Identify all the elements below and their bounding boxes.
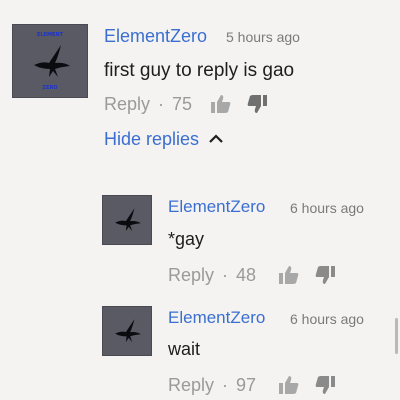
avatar[interactable] <box>102 195 152 245</box>
reply-button[interactable]: Reply <box>168 265 214 286</box>
thumbs-down-icon[interactable] <box>314 375 336 395</box>
reply-author[interactable]: ElementZero <box>168 308 265 328</box>
bird-logo-icon <box>115 208 141 232</box>
hide-replies-label: Hide replies <box>104 128 200 149</box>
avatar[interactable]: ELEMENT ZERO <box>12 24 88 98</box>
avatar-logo-text-top: ELEMENT <box>36 32 63 38</box>
reply-button[interactable]: Reply <box>168 375 214 396</box>
thumbs-down-icon[interactable] <box>246 94 268 114</box>
thumbs-up-icon[interactable] <box>278 265 300 285</box>
like-count: 48 <box>236 264 257 285</box>
reply-text: wait <box>168 339 201 359</box>
reply-button[interactable]: Reply <box>104 94 150 115</box>
bird-logo-icon <box>34 45 70 77</box>
avatar-logo-text-bottom: ZERO <box>42 85 58 91</box>
hide-replies-toggle[interactable]: Hide replies <box>104 128 223 150</box>
comment-author[interactable]: ElementZero <box>104 26 207 47</box>
separator-dot: · <box>222 374 229 395</box>
thumbs-up-icon[interactable] <box>210 94 232 114</box>
avatar[interactable] <box>102 306 152 356</box>
reply-text: *gay <box>168 229 205 249</box>
thumbs-up-icon[interactable] <box>278 375 300 395</box>
chevron-up-icon <box>209 134 223 144</box>
like-count: 75 <box>172 93 193 114</box>
reply-timestamp: 6 hours ago <box>290 311 364 327</box>
comment-item: ELEMENT ZERO ElementZero 5 hours ago fir… <box>0 0 400 180</box>
separator-dot: · <box>222 264 229 285</box>
reply-timestamp: 6 hours ago <box>290 200 364 216</box>
separator-dot: · <box>158 93 165 114</box>
reply-item: ElementZero 6 hours ago wait Reply · 97 <box>0 295 400 400</box>
reply-actions: Reply · 97 <box>168 374 336 396</box>
comment-text: first guy to reply is gao <box>104 60 295 81</box>
comment-actions: Reply · 75 <box>104 93 268 115</box>
scrollbar[interactable] <box>395 318 398 354</box>
bird-logo-icon <box>115 319 141 343</box>
comment-timestamp: 5 hours ago <box>226 29 300 45</box>
reply-item: ElementZero 6 hours ago *gay Reply · 48 <box>0 185 400 290</box>
reply-actions: Reply · 48 <box>168 264 336 286</box>
like-count: 97 <box>236 374 257 395</box>
reply-author[interactable]: ElementZero <box>168 197 265 217</box>
thumbs-down-icon[interactable] <box>314 265 336 285</box>
